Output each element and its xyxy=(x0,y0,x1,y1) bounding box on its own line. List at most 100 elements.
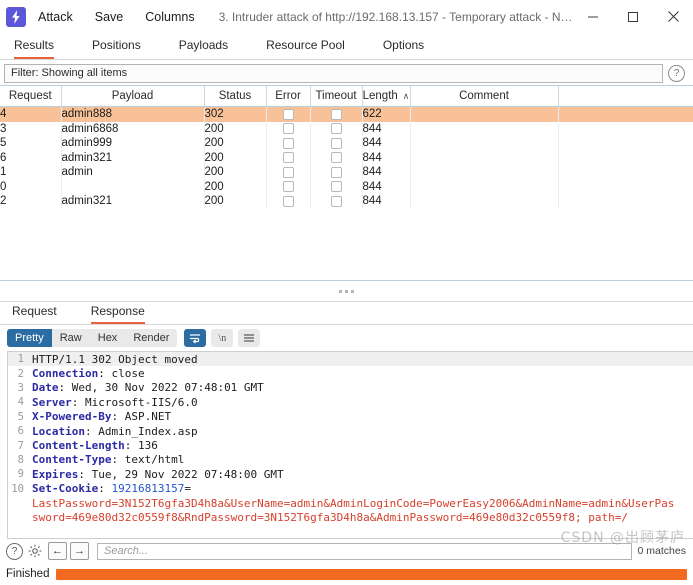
error-checkbox[interactable] xyxy=(282,108,294,120)
timeout-checkbox[interactable] xyxy=(330,123,342,135)
tab-results[interactable]: Results xyxy=(14,38,55,59)
table-row[interactable]: 1 admin 200 844 xyxy=(0,165,693,180)
table-row[interactable]: 5 admin999 200 844 xyxy=(0,136,693,151)
arrow-left-icon[interactable]: ← xyxy=(48,542,67,560)
view-mode-pretty[interactable]: Pretty xyxy=(7,329,52,347)
table-row[interactable]: 3 admin6868 200 844 xyxy=(0,121,693,136)
cell-spacer xyxy=(558,106,693,122)
response-line: 1 HTTP/1.1 302 Object moved xyxy=(8,352,693,367)
menu-attack[interactable]: Attack xyxy=(38,10,73,24)
timeout-checkbox[interactable] xyxy=(330,166,342,178)
line-number: 10 xyxy=(11,482,24,495)
table-row[interactable]: 2 admin321 200 844 xyxy=(0,194,693,209)
filter-bar[interactable]: Filter: Showing all items xyxy=(4,63,663,83)
column-header-request[interactable]: Request xyxy=(0,86,62,107)
response-line-wrapped: sword=469e80d32c0559f8&RndPassword=3N152… xyxy=(8,510,693,524)
cell-request: 2 xyxy=(0,194,62,209)
cell-length: 844 xyxy=(362,150,411,165)
results-table-body: 4 admin888 302 622 3 admin6868 200 844 5… xyxy=(0,106,693,209)
column-header-comment[interactable]: Comment xyxy=(410,86,559,107)
cell-length: 622 xyxy=(362,106,411,122)
table-row[interactable]: 4 admin888 302 622 xyxy=(0,106,693,122)
table-row[interactable]: 6 admin321 200 844 xyxy=(0,150,693,165)
maximize-icon[interactable] xyxy=(613,2,653,32)
line-number: 5 xyxy=(17,410,24,423)
minimize-icon[interactable] xyxy=(573,2,613,32)
line-number: 8 xyxy=(17,453,24,466)
column-header-status[interactable]: Status xyxy=(204,86,267,107)
tab-payloads[interactable]: Payloads xyxy=(179,38,228,59)
cell-comment[interactable] xyxy=(410,194,559,209)
line-text: Location: Admin_Index.asp xyxy=(32,424,198,438)
timeout-checkbox[interactable] xyxy=(330,152,342,164)
cell-status: 200 xyxy=(204,179,267,194)
tab-positions[interactable]: Positions xyxy=(92,38,141,59)
error-checkbox[interactable] xyxy=(282,195,294,207)
cell-comment[interactable] xyxy=(410,136,559,151)
view-mode-raw[interactable]: Raw xyxy=(52,329,90,347)
cell-request: 6 xyxy=(0,150,62,165)
timeout-checkbox[interactable] xyxy=(330,181,342,193)
menu-save[interactable]: Save xyxy=(95,10,124,24)
cell-length: 844 xyxy=(362,121,411,136)
sort-ascending-icon: ∧ xyxy=(402,91,410,101)
line-number: 2 xyxy=(17,367,24,380)
tab-response[interactable]: Response xyxy=(90,304,145,324)
cell-payload: admin999 xyxy=(61,136,205,151)
cell-spacer xyxy=(558,150,693,165)
hamburger-menu-icon[interactable] xyxy=(238,329,261,347)
help-question-icon[interactable]: ? xyxy=(6,542,23,560)
word-wrap-icon[interactable] xyxy=(184,329,207,347)
timeout-checkbox[interactable] xyxy=(330,108,342,120)
column-header-timeout[interactable]: Timeout xyxy=(310,86,363,107)
column-header-length[interactable]: Length ∧ xyxy=(362,86,411,107)
gear-icon[interactable] xyxy=(27,543,43,559)
cell-error xyxy=(266,179,311,194)
error-checkbox[interactable] xyxy=(282,152,294,164)
line-number: 6 xyxy=(17,425,24,438)
window-title: 3. Intruder attack of http://192.168.13.… xyxy=(218,9,573,24)
close-icon[interactable] xyxy=(653,2,693,32)
title-bar: Attack Save Columns 3. Intruder attack o… xyxy=(0,0,693,34)
cell-comment[interactable] xyxy=(410,106,559,122)
search-input[interactable]: Search... xyxy=(97,542,632,560)
tab-options[interactable]: Options xyxy=(383,38,424,59)
cell-comment[interactable] xyxy=(410,121,559,136)
error-checkbox[interactable] xyxy=(282,123,294,135)
line-text: Expires: Tue, 29 Nov 2022 07:48:00 GMT xyxy=(32,467,284,481)
view-mode-hex[interactable]: Hex xyxy=(90,329,126,347)
arrow-right-icon[interactable]: → xyxy=(70,542,89,560)
table-header-row: Request Payload Status Error Timeout Len… xyxy=(0,86,693,107)
response-editor[interactable]: 1 HTTP/1.1 302 Object moved 2 Connection… xyxy=(7,351,693,539)
results-table-container[interactable]: Request Payload Status Error Timeout Len… xyxy=(0,85,693,281)
line-text: X-Powered-By: ASP.NET xyxy=(32,410,172,424)
error-checkbox[interactable] xyxy=(282,181,294,193)
view-mode-render[interactable]: Render xyxy=(125,329,177,347)
cell-error xyxy=(266,165,311,180)
show-newline-icon[interactable]: \n xyxy=(211,329,234,347)
error-checkbox[interactable] xyxy=(282,166,294,178)
help-question-icon[interactable]: ? xyxy=(668,64,685,82)
tab-request[interactable]: Request xyxy=(12,304,57,324)
cell-length: 844 xyxy=(362,179,411,194)
cell-timeout xyxy=(310,106,363,122)
cell-comment[interactable] xyxy=(410,179,559,194)
cell-comment[interactable] xyxy=(410,150,559,165)
response-line: 5 X-Powered-By: ASP.NET xyxy=(8,410,693,424)
cell-payload xyxy=(61,179,205,194)
response-line: 7 Content-Length: 136 xyxy=(8,438,693,452)
line-text: Connection: close xyxy=(32,367,145,381)
column-header-error[interactable]: Error xyxy=(266,86,311,107)
column-header-payload[interactable]: Payload xyxy=(61,86,205,107)
table-row[interactable]: 0 200 844 xyxy=(0,179,693,194)
cell-comment[interactable] xyxy=(410,165,559,180)
view-mode-segmented-control: Pretty Raw Hex Render xyxy=(7,329,178,347)
tab-resource-pool[interactable]: Resource Pool xyxy=(266,38,345,59)
cell-status: 200 xyxy=(204,136,267,151)
timeout-checkbox[interactable] xyxy=(330,137,342,149)
timeout-checkbox[interactable] xyxy=(330,195,342,207)
panel-splitter[interactable] xyxy=(0,281,693,302)
error-checkbox[interactable] xyxy=(282,137,294,149)
menu-columns[interactable]: Columns xyxy=(145,10,194,24)
cell-payload: admin888 xyxy=(61,106,205,122)
